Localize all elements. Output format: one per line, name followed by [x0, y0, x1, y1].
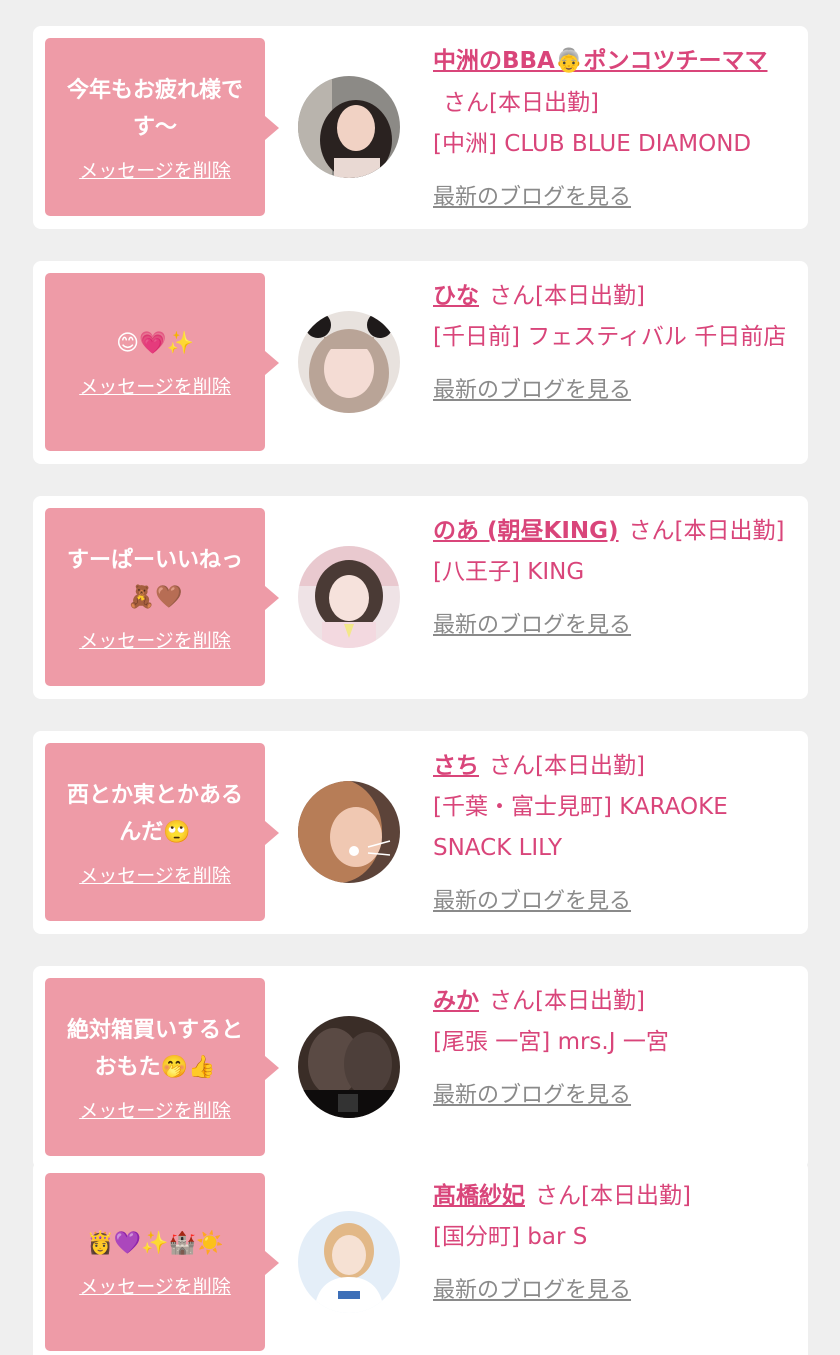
latest-blog-link[interactable]: 最新のブログを見る — [433, 372, 631, 404]
delete-message-link[interactable]: メッセージを削除 — [79, 372, 231, 399]
message-card: 😊💗✨ メッセージを削除 ひな さん[本日出勤] [千日前] フェスティバル 千日… — [33, 261, 808, 464]
cast-name-link[interactable]: さち — [433, 753, 479, 779]
latest-blog-link[interactable]: 最新のブログを見る — [433, 1272, 631, 1304]
latest-blog-link[interactable]: 最新のブログを見る — [433, 179, 631, 211]
cast-name-link[interactable]: ひな — [433, 283, 479, 309]
message-bubble: 今年もお疲れ様です〜 メッセージを削除 — [45, 38, 279, 216]
avatar[interactable] — [298, 311, 400, 413]
message-bubble: 西とか東とかあるんだ🙄 メッセージを削除 — [45, 743, 279, 921]
message-list: 今年もお疲れ様です〜 メッセージを削除 中洲のBBA👵ポンコツチーママさん[本日… — [0, 0, 840, 1355]
message-text: 😊💗✨ — [116, 331, 194, 356]
avatar[interactable] — [298, 781, 400, 883]
message-text: 👸💜✨🏰☀️ — [86, 1231, 224, 1256]
cast-info: ひな さん[本日出勤] [千日前] フェスティバル 千日前店 最新のブログを見る — [433, 275, 795, 404]
shop-name: [中洲] CLUB BLUE DIAMOND — [433, 131, 752, 157]
shop-name: [千日前] フェスティバル 千日前店 — [433, 324, 787, 350]
message-text: 絶対箱買いするとおもた🤭👍 — [66, 1017, 243, 1080]
cast-status: さん[本日出勤] — [489, 988, 645, 1014]
latest-blog-link[interactable]: 最新のブログを見る — [433, 883, 631, 915]
message-card: 西とか東とかあるんだ🙄 メッセージを削除 さち さん[本日出勤] [千葉・富士見町… — [33, 731, 808, 934]
message-card: 👸💜✨🏰☀️ メッセージを削除 髙橋紗妃 さん[本日出勤] [国分町] bar S… — [33, 1161, 808, 1355]
avatar[interactable] — [298, 1016, 400, 1118]
cast-info: 中洲のBBA👵ポンコツチーママさん[本日出勤] [中洲] CLUB BLUE D… — [433, 40, 795, 211]
cast-status: さん[本日出勤] — [489, 753, 645, 779]
message-text: すーぱーいいねっ🧸🤎 — [66, 547, 243, 610]
cast-status: さん[本日出勤] — [443, 90, 599, 116]
cast-name-link[interactable]: のあ (朝昼KING) — [433, 518, 619, 544]
shop-name: [八王子] KING — [433, 559, 585, 585]
cast-name-link[interactable]: 中洲のBBA👵ポンコツチーママ — [433, 48, 768, 74]
message-text: 西とか東とかあるんだ🙄 — [66, 782, 243, 845]
message-bubble: 👸💜✨🏰☀️ メッセージを削除 — [45, 1173, 279, 1351]
cast-name-link[interactable]: 髙橋紗妃 — [433, 1183, 525, 1209]
latest-blog-link[interactable]: 最新のブログを見る — [433, 1077, 631, 1109]
cast-info: 髙橋紗妃 さん[本日出勤] [国分町] bar S 最新のブログを見る — [433, 1175, 795, 1304]
delete-message-link[interactable]: メッセージを削除 — [79, 1272, 231, 1299]
cast-status: さん[本日出勤] — [628, 518, 785, 544]
message-card: すーぱーいいねっ🧸🤎 メッセージを削除 のあ (朝昼KING) さん[本日出勤] … — [33, 496, 808, 699]
avatar[interactable] — [298, 76, 400, 178]
delete-message-link[interactable]: メッセージを削除 — [79, 626, 231, 653]
message-bubble: すーぱーいいねっ🧸🤎 メッセージを削除 — [45, 508, 279, 686]
shop-name: [千葉・富士見町] KARAOKE SNACK LILY — [433, 794, 728, 861]
avatar[interactable] — [298, 1211, 400, 1313]
message-card: 絶対箱買いするとおもた🤭👍 メッセージを削除 みか さん[本日出勤] [尾張 一宮… — [33, 966, 808, 1169]
avatar[interactable] — [298, 546, 400, 648]
delete-message-link[interactable]: メッセージを削除 — [79, 1096, 231, 1123]
cast-status: さん[本日出勤] — [535, 1183, 691, 1209]
shop-name: [国分町] bar S — [433, 1224, 588, 1250]
message-bubble: 😊💗✨ メッセージを削除 — [45, 273, 279, 451]
message-text: 今年もお疲れ様です〜 — [66, 77, 243, 140]
cast-name-link[interactable]: みか — [433, 988, 479, 1014]
shop-name: [尾張 一宮] mrs.J 一宮 — [433, 1029, 669, 1055]
cast-info: のあ (朝昼KING) さん[本日出勤] [八王子] KING 最新のブログを見る — [433, 510, 795, 639]
message-bubble: 絶対箱買いするとおもた🤭👍 メッセージを削除 — [45, 978, 279, 1156]
cast-info: さち さん[本日出勤] [千葉・富士見町] KARAOKE SNACK LILY … — [433, 745, 795, 915]
delete-message-link[interactable]: メッセージを削除 — [79, 156, 231, 183]
latest-blog-link[interactable]: 最新のブログを見る — [433, 607, 631, 639]
cast-status: さん[本日出勤] — [489, 283, 645, 309]
message-card: 今年もお疲れ様です〜 メッセージを削除 中洲のBBA👵ポンコツチーママさん[本日… — [33, 26, 808, 229]
cast-info: みか さん[本日出勤] [尾張 一宮] mrs.J 一宮 最新のブログを見る — [433, 980, 795, 1109]
delete-message-link[interactable]: メッセージを削除 — [79, 861, 231, 888]
